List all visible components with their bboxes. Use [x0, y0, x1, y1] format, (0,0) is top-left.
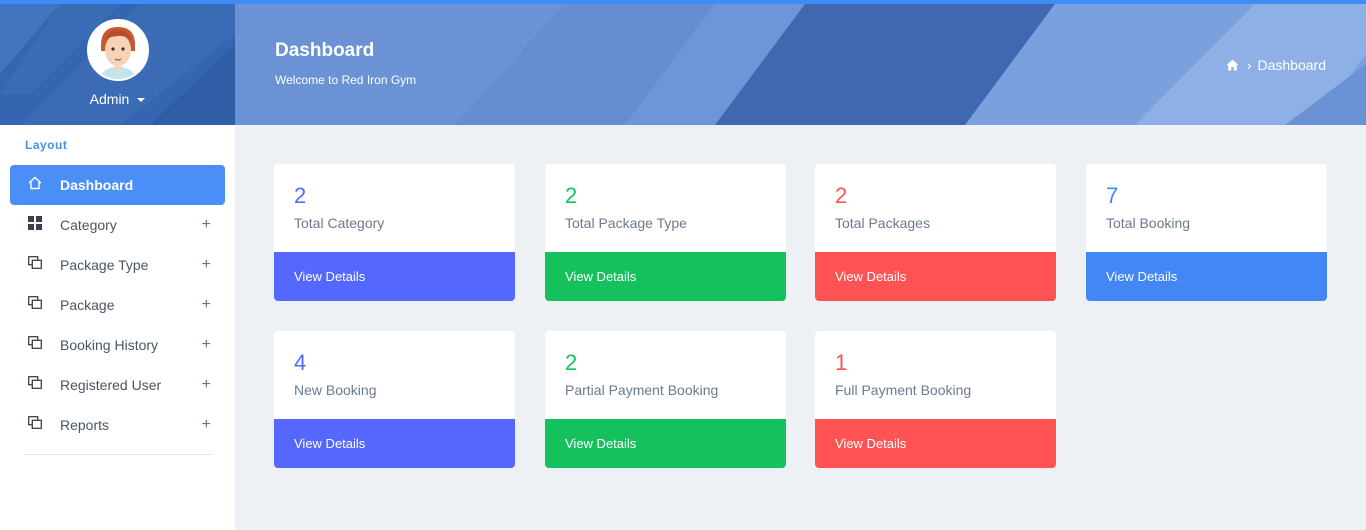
sidebar-nav: Dashboard Category + Package Type + Pack…	[10, 165, 225, 445]
stat-card-total-booking: 7 Total Booking View Details	[1086, 164, 1327, 301]
windows-icon	[28, 336, 42, 349]
page-subtitle: Welcome to Red Iron Gym	[275, 73, 417, 87]
stat-card-full-payment-booking: 1 Full Payment Booking View Details	[815, 331, 1056, 468]
profile-panel: Admin	[0, 4, 235, 125]
user-name: Admin	[89, 91, 130, 107]
home-icon	[28, 176, 42, 190]
stat-caption: Total Category	[294, 215, 385, 231]
stat-value: 2	[565, 350, 578, 375]
view-details-button[interactable]: View Details	[1086, 252, 1327, 301]
home-icon[interactable]	[1226, 59, 1239, 71]
sidebar-item-dashboard[interactable]: Dashboard	[10, 165, 225, 205]
stat-caption: Total Package Type	[565, 215, 687, 231]
stat-card-total-category: 2 Total Category View Details	[274, 164, 515, 301]
view-details-button[interactable]: View Details	[815, 419, 1056, 468]
breadcrumb-separator: ›	[1246, 57, 1252, 73]
expand-plus-icon[interactable]: +	[202, 336, 211, 354]
stat-card-partial-payment-booking: 2 Partial Payment Booking View Details	[545, 331, 786, 468]
page-header: Dashboard Welcome to Red Iron Gym › Dash…	[235, 4, 1366, 125]
view-details-label: View Details	[565, 269, 637, 284]
stat-value: 2	[835, 183, 848, 208]
sidebar-divider	[24, 454, 212, 455]
sidebar-item-label: Reports	[60, 417, 110, 433]
stat-caption: Full Payment Booking	[835, 382, 972, 398]
stat-caption: Partial Payment Booking	[565, 382, 719, 398]
sidebar-item-label: Registered User	[60, 377, 162, 393]
stat-value: 7	[1106, 183, 1119, 208]
user-portrait-icon	[89, 21, 147, 79]
stat-card-new-booking: 4 New Booking View Details	[274, 331, 515, 468]
stat-caption: Total Booking	[1106, 215, 1191, 231]
stat-value: 4	[294, 350, 307, 375]
expand-plus-icon[interactable]: +	[202, 256, 211, 274]
view-details-button[interactable]: View Details	[274, 252, 515, 301]
stat-value: 1	[835, 350, 848, 375]
windows-icon	[28, 376, 42, 389]
stat-caption: New Booking	[294, 382, 377, 398]
windows-icon	[28, 296, 42, 309]
sidebar-item-label: Package Type	[60, 257, 149, 273]
page-title: Dashboard	[275, 40, 375, 61]
sidebar-item-registered-user[interactable]: Registered User +	[10, 365, 225, 405]
breadcrumb-current: Dashboard	[1257, 57, 1327, 73]
view-details-button[interactable]: View Details	[545, 252, 786, 301]
header-background	[235, 4, 1366, 125]
stat-value: 2	[565, 183, 578, 208]
view-details-label: View Details	[835, 269, 907, 284]
view-details-button[interactable]: View Details	[545, 419, 786, 468]
expand-plus-icon[interactable]: +	[202, 376, 211, 394]
sidebar-item-label: Category	[60, 217, 117, 233]
nav-caption: Layout	[25, 138, 68, 152]
sidebar-item-package-type[interactable]: Package Type +	[10, 245, 225, 285]
expand-plus-icon[interactable]: +	[202, 416, 211, 434]
stat-card-total-package-type: 2 Total Package Type View Details	[545, 164, 786, 301]
sidebar-item-category[interactable]: Category +	[10, 205, 225, 245]
sidebar-item-package[interactable]: Package +	[10, 285, 225, 325]
sidebar-item-label: Package	[60, 297, 115, 313]
windows-icon	[28, 256, 42, 269]
grid-icon	[28, 216, 42, 230]
top-accent-line	[0, 0, 1366, 4]
windows-icon	[28, 416, 42, 429]
stat-value: 2	[294, 183, 307, 208]
stat-caption: Total Packages	[835, 215, 930, 231]
breadcrumb: › Dashboard	[1226, 57, 1326, 73]
sidebar-item-reports[interactable]: Reports +	[10, 405, 225, 445]
expand-plus-icon[interactable]: +	[202, 296, 211, 314]
sidebar-item-label: Dashboard	[60, 177, 134, 193]
view-details-label: View Details	[294, 269, 366, 284]
view-details-label: View Details	[835, 436, 907, 451]
sidebar-item-booking-history[interactable]: Booking History +	[10, 325, 225, 365]
sidebar-item-label: Booking History	[60, 337, 159, 353]
expand-plus-icon[interactable]: +	[202, 216, 211, 234]
avatar[interactable]	[87, 19, 149, 81]
view-details-button[interactable]: View Details	[274, 419, 515, 468]
sidebar: Admin Layout Dashboard Category + Packag	[0, 4, 235, 530]
view-details-button[interactable]: View Details	[815, 252, 1056, 301]
view-details-label: View Details	[1106, 269, 1178, 284]
view-details-label: View Details	[565, 436, 637, 451]
caret-down-icon	[137, 98, 146, 103]
view-details-label: View Details	[294, 436, 366, 451]
user-menu-toggle[interactable]: Admin	[0, 91, 235, 107]
stat-card-total-packages: 2 Total Packages View Details	[815, 164, 1056, 301]
